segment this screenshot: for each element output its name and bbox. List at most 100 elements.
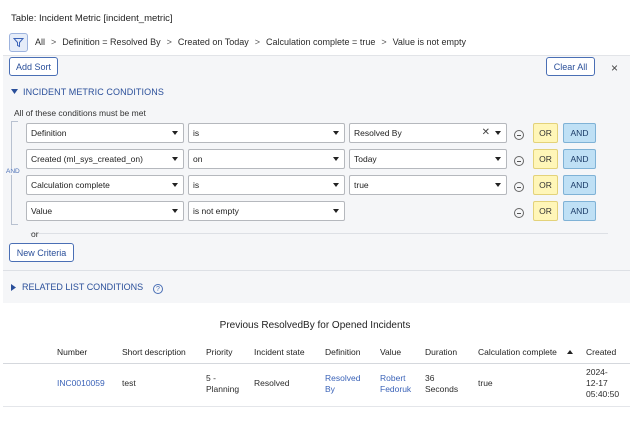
caret-down-icon <box>333 209 339 213</box>
column-header-created[interactable]: Created <box>586 347 616 357</box>
cell-definition-link[interactable]: Resolved By <box>325 373 360 395</box>
condition-field-value: Value <box>31 206 53 216</box>
condition-field-value: Calculation complete <box>31 180 110 190</box>
condition-value-select[interactable]: true <box>349 175 507 195</box>
related-section-title: RELATED LIST CONDITIONS <box>22 282 144 292</box>
header-divider <box>3 363 630 364</box>
cell-value-link[interactable]: Robert Fedoruk <box>380 373 411 395</box>
caret-down-icon <box>495 131 501 135</box>
breadcrumb-item-value[interactable]: Value is not empty <box>393 37 466 47</box>
cell-value-line: Fedoruk <box>380 384 412 394</box>
chevron-down-icon <box>11 89 18 94</box>
conditions-section-header[interactable]: INCIDENT METRIC CONDITIONS <box>11 87 164 97</box>
and-button[interactable]: AND <box>563 201 596 221</box>
caret-down-icon <box>333 183 339 187</box>
remove-condition-icon[interactable] <box>514 156 524 166</box>
breadcrumb-separator: > <box>51 37 57 47</box>
column-header-calculation-complete[interactable]: Calculation complete <box>478 347 557 357</box>
or-button[interactable]: OR <box>533 201 558 221</box>
column-header-definition[interactable]: Definition <box>325 347 360 357</box>
breadcrumb-separator: > <box>381 37 387 47</box>
column-header-priority[interactable]: Priority <box>206 347 232 357</box>
condition-value-select[interactable]: Resolved By ✕ <box>349 123 507 143</box>
and-group-label: AND <box>5 168 21 175</box>
condition-value-select[interactable]: Today <box>349 149 507 169</box>
caret-down-icon <box>333 131 339 135</box>
column-header-short-description[interactable]: Short description <box>122 347 186 357</box>
close-icon[interactable]: × <box>611 61 618 75</box>
or-separator-label: or <box>31 229 39 239</box>
condition-operator-select[interactable]: is <box>188 175 345 195</box>
or-button[interactable]: OR <box>533 149 558 169</box>
and-button[interactable]: AND <box>563 149 596 169</box>
cell-definition-line: Resolved <box>325 373 361 383</box>
breadcrumb-item-created[interactable]: Created on Today <box>178 37 249 47</box>
condition-operator-value: is <box>193 180 200 190</box>
condition-operator-value: is <box>193 128 200 138</box>
new-criteria-button[interactable]: New Criteria <box>9 243 74 262</box>
report-title: Previous ResolvedBy for Opened Incidents <box>219 320 411 331</box>
divider <box>3 270 630 271</box>
or-button[interactable]: OR <box>533 175 558 195</box>
column-header-incident-state[interactable]: Incident state <box>254 347 305 357</box>
cell-calculation-complete: true <box>478 378 493 388</box>
breadcrumb-item-calculation[interactable]: Calculation complete = true <box>266 37 375 47</box>
caret-down-icon <box>172 209 178 213</box>
condition-field-select[interactable]: Value <box>26 201 184 221</box>
caret-down-icon <box>172 183 178 187</box>
cell-value-line: Robert <box>380 373 406 383</box>
cell-created-line: 05:40:50 <box>586 389 620 399</box>
remove-condition-icon[interactable] <box>514 182 524 192</box>
cell-short-description: test <box>122 378 136 388</box>
clear-value-icon[interactable]: ✕ <box>482 127 490 138</box>
caret-down-icon <box>495 157 501 161</box>
condition-field-select[interactable]: Definition <box>26 123 184 143</box>
column-header-duration[interactable]: Duration <box>425 347 457 357</box>
breadcrumb: All > Definition = Resolved By > Created… <box>35 37 466 47</box>
and-button[interactable]: AND <box>563 123 596 143</box>
or-button[interactable]: OR <box>533 123 558 143</box>
cell-created-line: 12-17 <box>586 378 608 388</box>
condition-field-value: Definition <box>31 128 67 138</box>
divider <box>30 233 608 234</box>
cell-priority-line: Planning <box>206 384 240 394</box>
caret-down-icon <box>172 157 178 161</box>
cell-created-line: 2024- <box>586 367 608 377</box>
condition-field-value: Created (ml_sys_created_on) <box>31 154 143 164</box>
related-list-conditions-header[interactable]: RELATED LIST CONDITIONS <box>11 282 143 292</box>
condition-field-select[interactable]: Calculation complete <box>26 175 184 195</box>
condition-operator-select[interactable]: is not empty <box>188 201 345 221</box>
cell-number-link[interactable]: INC0010059 <box>57 378 105 389</box>
breadcrumb-separator: > <box>254 37 261 47</box>
cell-duration-line: 36 <box>425 373 435 383</box>
breadcrumb-item-definition[interactable]: Definition = Resolved By <box>62 37 160 47</box>
cell-created: 2024- 12-17 05:40:50 <box>586 367 619 400</box>
cell-duration: 36 Seconds <box>425 373 458 395</box>
condition-field-select[interactable]: Created (ml_sys_created_on) <box>26 149 184 169</box>
condition-value-text: Resolved By <box>354 128 402 138</box>
condition-operator-value: is not empty <box>193 206 239 216</box>
and-button[interactable]: AND <box>563 175 596 195</box>
sort-ascending-icon <box>567 350 573 354</box>
help-icon[interactable]: ? <box>153 284 163 294</box>
condition-operator-select[interactable]: on <box>188 149 345 169</box>
chevron-right-icon <box>11 283 16 291</box>
clear-all-button[interactable]: Clear All <box>546 57 595 76</box>
filter-icon[interactable] <box>9 33 28 52</box>
conditions-section-title: INCIDENT METRIC CONDITIONS <box>23 87 164 97</box>
column-header-value[interactable]: Value <box>380 347 401 357</box>
cell-priority-line: 5 - <box>206 373 216 383</box>
add-sort-button[interactable]: Add Sort <box>9 57 58 76</box>
condition-value-text: Today <box>354 154 377 164</box>
breadcrumb-item-all[interactable]: All <box>35 37 45 47</box>
cell-incident-state: Resolved <box>254 378 290 388</box>
cell-definition-line: By <box>325 384 335 394</box>
remove-condition-icon[interactable] <box>514 130 524 140</box>
caret-down-icon <box>495 183 501 187</box>
cell-priority: 5 - Planning <box>206 373 239 395</box>
remove-condition-icon[interactable] <box>514 208 524 218</box>
row-divider <box>3 406 630 407</box>
condition-operator-select[interactable]: is <box>188 123 345 143</box>
column-header-number[interactable]: Number <box>57 347 87 357</box>
conditions-subtitle: All of these conditions must be met <box>14 108 146 118</box>
